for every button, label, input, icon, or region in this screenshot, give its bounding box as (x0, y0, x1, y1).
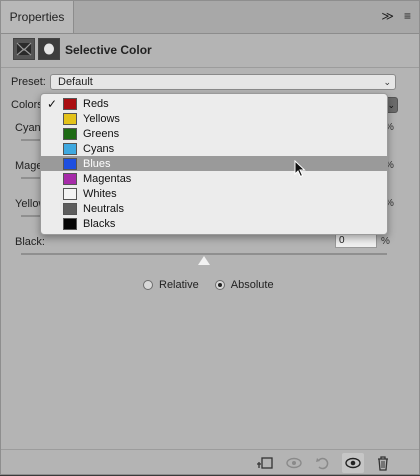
collapse-panel-icon[interactable]: ≫ (381, 9, 394, 23)
color-swatch (63, 142, 77, 155)
method-radio-group: Relative Absolute (143, 279, 284, 291)
absolute-label: Absolute (230, 279, 274, 291)
cyan-slider-track[interactable] (21, 139, 41, 141)
color-swatch (63, 157, 77, 170)
colors-menu-item-label: Magentas (83, 172, 132, 185)
absolute-radio[interactable] (214, 280, 225, 290)
colors-menu-item-label: Yellows (83, 112, 120, 125)
color-swatch (63, 97, 77, 110)
layer-mask-icon[interactable] (38, 38, 60, 60)
preset-label: Preset: (11, 76, 46, 88)
colors-menu-item-reds[interactable]: ✓ Reds (41, 96, 387, 111)
panel-footer (1, 449, 419, 476)
colors-menu-item-label: Blues (83, 157, 111, 170)
reset-icon[interactable] (312, 453, 334, 473)
relative-radio[interactable] (143, 280, 153, 290)
colors-menu-item-label: Cyans (83, 142, 115, 155)
color-swatch (63, 127, 77, 140)
colors-menu-item-yellows[interactable]: Yellows (41, 111, 387, 126)
color-swatch (63, 202, 77, 215)
clip-to-layer-icon[interactable] (254, 453, 276, 473)
chevron-down-icon: ⌄ (387, 100, 395, 110)
colors-menu-item-magentas[interactable]: Magentas (41, 171, 387, 186)
black-value-field[interactable]: 0 (335, 234, 377, 248)
tab-properties[interactable]: Properties (1, 1, 74, 33)
black-slider-track[interactable] (21, 253, 387, 255)
selective-color-icon[interactable] (13, 38, 35, 60)
visibility-eye-icon[interactable] (342, 453, 364, 473)
adjustment-header: Selective Color (1, 33, 419, 68)
color-swatch (63, 172, 77, 185)
colors-menu-item-blacks[interactable]: Blacks (41, 216, 387, 231)
colors-menu-item-neutrals[interactable]: Neutrals (41, 201, 387, 216)
properties-panel: Properties ≫ ≡ Selective Color Preset: D… (0, 0, 420, 475)
color-swatch (63, 112, 77, 125)
magenta-label: Mage (15, 160, 43, 172)
trash-icon[interactable] (372, 453, 394, 473)
chevron-down-icon: ⌄ (383, 77, 391, 87)
relative-label: Relative (159, 279, 199, 291)
tab-properties-label: Properties (9, 10, 65, 24)
preset-value: Default (58, 76, 93, 88)
colors-menu-item-whites[interactable]: Whites (41, 186, 387, 201)
checkmark-icon: ✓ (46, 96, 58, 111)
color-swatch (63, 187, 77, 200)
colors-label: Colors (11, 99, 43, 111)
colors-menu-item-label: Reds (83, 97, 109, 110)
adjustment-title: Selective Color (65, 43, 152, 57)
black-percent: % (381, 236, 390, 247)
colors-menu-item-cyans[interactable]: Cyans (41, 141, 387, 156)
colors-menu-item-greens[interactable]: Greens (41, 126, 387, 141)
mouse-cursor-icon (294, 159, 306, 181)
yellow-slider-track[interactable] (21, 215, 41, 217)
magenta-slider-track[interactable] (21, 177, 41, 179)
colors-dropdown-menu: ✓ Reds Yellows Greens Cyans Blues Magentas Whit… (40, 93, 388, 235)
colors-menu-item-label: Whites (83, 187, 117, 200)
color-swatch (63, 217, 77, 230)
colors-menu-item-label: Greens (83, 127, 120, 140)
preset-select[interactable]: Default ⌄ (50, 74, 396, 90)
panel-tabbar: Properties ≫ ≡ (1, 1, 419, 34)
cyan-label: Cyan (15, 122, 41, 134)
black-label: Black: (15, 236, 45, 248)
panel-menu-icon[interactable]: ≡ (404, 9, 411, 23)
colors-menu-item-label: Blacks (83, 217, 116, 230)
colors-menu-item-label: Neutrals (83, 202, 124, 215)
colors-menu-item-blues[interactable]: Blues (41, 156, 387, 171)
black-slider-thumb[interactable] (198, 256, 210, 265)
view-previous-icon[interactable] (283, 453, 305, 473)
